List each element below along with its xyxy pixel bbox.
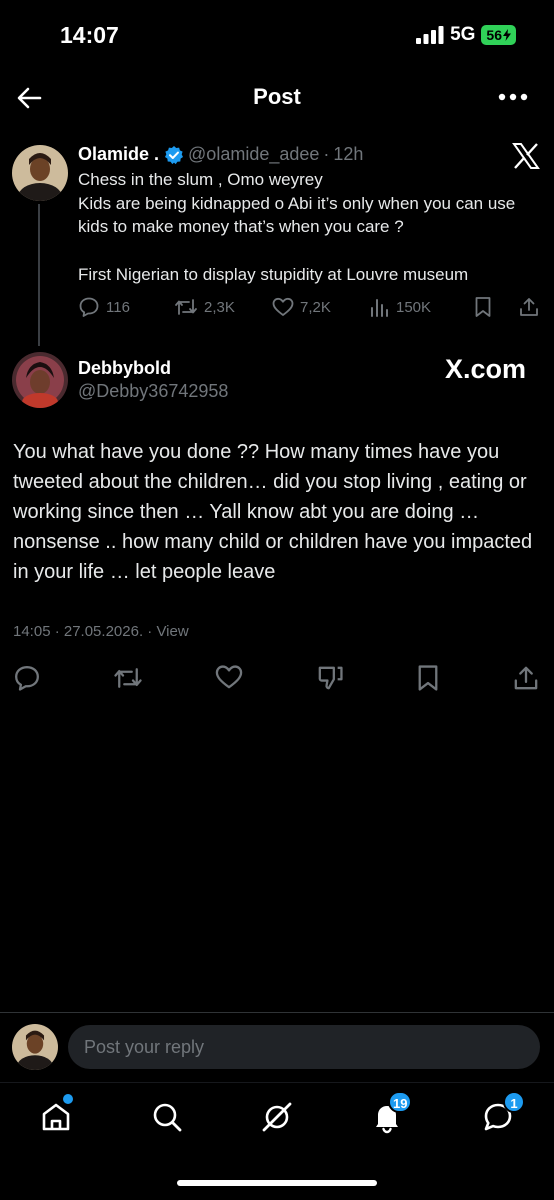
- battery-level: 56: [486, 27, 502, 43]
- post-text-line: First Nigerian to display stupidity at L…: [78, 264, 469, 284]
- home-indicator: [177, 1180, 377, 1186]
- tab-home[interactable]: [39, 1094, 73, 1134]
- reply-post-text: You what have you done ?? How many times…: [13, 441, 533, 583]
- battery-indicator: 56: [481, 25, 516, 45]
- bookmark-action-button[interactable]: [416, 664, 440, 692]
- tab-grok[interactable]: [260, 1100, 294, 1134]
- my-avatar[interactable]: [12, 1024, 58, 1070]
- bookmark-icon: [418, 665, 438, 691]
- post-time: 12h: [333, 144, 364, 164]
- reposts-count: 2,3K: [204, 298, 235, 316]
- quoted-post-stats: 116 2,3K 7,2K 150K: [78, 296, 540, 318]
- verified-badge-icon: [165, 145, 184, 164]
- charging-bolt-icon: [503, 29, 511, 41]
- like-action-button[interactable]: [215, 664, 243, 692]
- messages-badge: 1: [503, 1091, 525, 1113]
- reply-input[interactable]: [68, 1025, 540, 1069]
- bookmark-icon: [475, 297, 491, 317]
- views-stat[interactable]: 150K: [370, 297, 474, 317]
- replies-count: 116: [106, 298, 130, 316]
- downvote-action-button[interactable]: [316, 664, 344, 692]
- home-icon: [42, 1103, 70, 1131]
- bookmark-button[interactable]: [474, 296, 518, 318]
- views-icon: [371, 299, 388, 317]
- search-icon: [153, 1103, 182, 1132]
- tab-search[interactable]: [150, 1100, 184, 1134]
- views-count: 150K: [396, 298, 432, 316]
- heart-icon: [216, 665, 243, 689]
- repost-action-button[interactable]: [113, 664, 143, 692]
- share-button[interactable]: [518, 296, 540, 318]
- likes-stat[interactable]: 7,2K: [272, 297, 370, 317]
- status-indicators: 5G 56: [416, 24, 516, 46]
- thread-connector: [38, 204, 40, 346]
- xcom-watermark: X.com: [444, 354, 526, 384]
- share-icon: [514, 666, 538, 690]
- quoted-post-header: Olamide . @olamide_adee · 12h: [78, 144, 363, 165]
- post-actions: [13, 664, 540, 692]
- reply-author-handle[interactable]: @Debby36742958: [78, 381, 228, 402]
- share-icon: [520, 298, 538, 316]
- post-meta[interactable]: 14:05 · 27.05.2026. · View: [13, 623, 189, 640]
- author-handle[interactable]: @olamide_adee: [188, 144, 319, 165]
- reposts-stat[interactable]: 2,3K: [174, 296, 272, 318]
- separator-dot: ·: [323, 144, 330, 164]
- network-type: 5G: [450, 24, 476, 45]
- status-time: 14:07: [60, 22, 119, 48]
- notifications-badge: 19: [388, 1091, 413, 1113]
- page-title: Post: [253, 84, 301, 109]
- thumbs-down-icon: [318, 666, 343, 690]
- repost-icon: [175, 299, 197, 315]
- repost-icon: [114, 668, 142, 688]
- tab-notifications[interactable]: 19: [370, 1091, 413, 1134]
- debbybold-avatar[interactable]: [12, 352, 68, 408]
- post-text-line: Chess in the slum , Omo weyrey: [78, 170, 323, 189]
- replies-stat[interactable]: 116: [78, 296, 174, 318]
- x-logo-icon: [512, 143, 540, 169]
- reply-author-name[interactable]: Debbybold: [78, 358, 171, 379]
- comment-icon: [15, 666, 39, 691]
- grok-icon: [262, 1102, 292, 1132]
- author-name[interactable]: Olamide .: [78, 144, 159, 165]
- likes-count: 7,2K: [300, 298, 331, 316]
- post-text-line: Kids are being kidnapped o Abi it’s only…: [78, 193, 516, 237]
- comment-icon: [79, 297, 99, 317]
- more-options-button[interactable]: [498, 92, 530, 104]
- share-action-button[interactable]: [512, 664, 540, 692]
- heart-icon: [272, 297, 294, 316]
- more-icon: [498, 93, 528, 101]
- tab-messages[interactable]: 1: [481, 1091, 525, 1134]
- home-unread-dot: [63, 1094, 73, 1104]
- reply-action-button[interactable]: [13, 664, 41, 692]
- signal-icon: [416, 26, 444, 44]
- quoted-post-body: Chess in the slum , Omo weyrey Kids are …: [78, 168, 548, 286]
- olamide-avatar[interactable]: [12, 145, 68, 201]
